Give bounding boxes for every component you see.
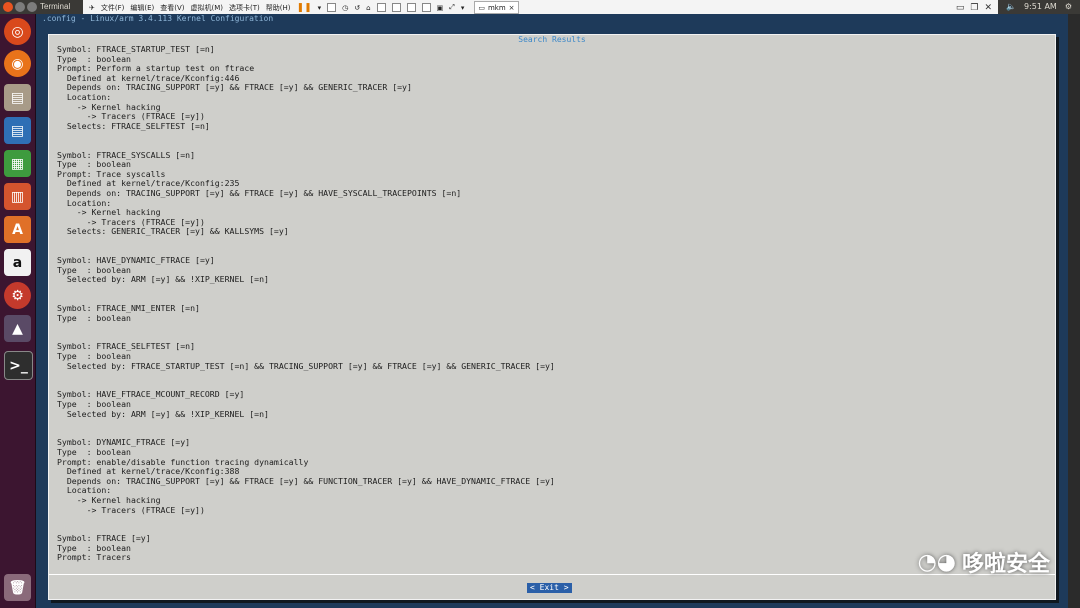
console-icon[interactable]: ▣ [437, 4, 444, 12]
result-line [57, 285, 1047, 295]
terminal-icon[interactable]: >_ [4, 351, 33, 380]
snapshot-manager-icon[interactable]: ⌂ [366, 4, 370, 12]
result-line: Depends on: TRACING_SUPPORT [=y] && FTRA… [57, 475, 555, 486]
maximize-window-icon[interactable] [27, 2, 37, 12]
result-line: Prompt: Tracers [57, 552, 131, 563]
minimize-icon[interactable]: ▭ [956, 3, 965, 13]
volume-icon[interactable]: 🔈 [1006, 2, 1016, 11]
result-line: Location: [57, 197, 112, 208]
gear-icon[interactable]: ⚙ [1065, 2, 1072, 11]
result-line: -> Tracers (FTRACE [=y]) [57, 504, 205, 515]
result-line [57, 294, 1047, 304]
wechat-icon: ◔◕ [917, 549, 956, 575]
result-line [57, 237, 1047, 247]
divider [49, 574, 1055, 575]
window-title: Terminal [40, 2, 71, 11]
terminal-header: .config - Linux/arm 3.4.113 Kernel Confi… [42, 14, 274, 23]
result-line: -> Kernel hacking [57, 494, 161, 505]
fullscreen-icon[interactable] [406, 3, 416, 12]
watermark: ◔◕ 哆啦安全 [918, 546, 1050, 578]
pin-icon[interactable]: ✈ [89, 4, 95, 12]
unity-icon[interactable] [421, 3, 431, 12]
app-icon[interactable]: ▲ [4, 315, 31, 342]
single-window-icon[interactable] [391, 3, 401, 12]
stretch-icon[interactable]: ⤢ [449, 3, 455, 12]
result-line [57, 429, 1047, 439]
impress-icon[interactable]: ▥ [4, 183, 31, 210]
dropdown-icon[interactable]: ▾ [318, 4, 322, 12]
launcher: ◎ ◉ ▤ ▤ ▦ ▥ A a ⚙ ▲ >_ 🗑 [0, 14, 36, 608]
result-line [57, 323, 1047, 333]
result-line: Symbol: FTRACE_SELFTEST [=n] [57, 341, 196, 352]
close-icon[interactable]: ✕ [984, 3, 992, 13]
result-line: Selected by: FTRACE_STARTUP_TEST [=n] &&… [57, 360, 555, 371]
result-line: Symbol: HAVE_FTRACE_MCOUNT_RECORD [=y] [57, 389, 245, 400]
settings-icon[interactable]: ⚙ [4, 282, 31, 309]
dialog-title: Search Results [518, 35, 586, 44]
result-line: Symbol: FTRACE_NMI_ENTER [=n] [57, 303, 200, 314]
result-line: Type : boolean [57, 312, 131, 323]
result-line: Selects: FTRACE_SELFTEST [=n] [57, 120, 210, 131]
ubuntu-dash-icon[interactable]: ◎ [4, 18, 31, 45]
search-results-dialog: Search Results Symbol: FTRACE_STARTUP_TE… [48, 34, 1056, 600]
vm-tab-label: mkm [487, 3, 506, 12]
amazon-icon[interactable]: a [4, 249, 31, 276]
menu-vm[interactable]: 虚拟机(M) [191, 3, 224, 13]
dropdown-icon[interactable]: ▾ [461, 4, 465, 12]
result-line [57, 419, 1047, 429]
result-line: Symbol: HAVE_DYNAMIC_FTRACE [=y] [57, 255, 215, 266]
result-line: Type : boolean [57, 542, 131, 553]
clock[interactable]: 9:51 AM [1024, 2, 1057, 11]
writer-icon[interactable]: ▤ [4, 117, 31, 144]
menu-file[interactable]: 文件(F) [101, 3, 125, 13]
revert-snapshot-icon[interactable]: ↺ [354, 4, 360, 12]
sidebar-icon[interactable] [376, 3, 386, 12]
watermark-text: 哆啦安全 [961, 552, 1050, 577]
result-line [57, 141, 1047, 151]
result-line: Selected by: ARM [=y] && !XIP_KERNEL [=n… [57, 408, 269, 419]
result-line: Location: [57, 485, 112, 496]
result-line: Selected by: ARM [=y] && !XIP_KERNEL [=n… [57, 274, 269, 285]
close-window-icon[interactable] [3, 2, 13, 12]
pause-icon[interactable]: ❚❚ [297, 3, 312, 13]
result-line: Symbol: FTRACE_STARTUP_TEST [=n] [57, 45, 215, 54]
result-line: -> Kernel hacking [57, 207, 161, 218]
result-line: Symbol: FTRACE [=y] [57, 533, 151, 544]
calc-icon[interactable]: ▦ [4, 150, 31, 177]
result-line [57, 131, 1047, 141]
exit-button[interactable]: < Exit > [527, 583, 572, 593]
minimize-window-icon[interactable] [15, 2, 25, 12]
terminal-window[interactable]: .config - Linux/arm 3.4.113 Kernel Confi… [36, 14, 1068, 608]
result-line: Selects: GENERIC_TRACER [=y] && KALLSYMS… [57, 226, 289, 237]
restore-icon[interactable]: ❐ [970, 3, 978, 13]
menu-tabs[interactable]: 选项卡(T) [229, 3, 260, 13]
firefox-icon[interactable]: ◉ [4, 50, 31, 77]
close-tab-icon[interactable]: × [509, 4, 515, 12]
send-keys-icon[interactable] [327, 3, 337, 12]
snapshot-icon[interactable]: ◷ [342, 4, 348, 12]
result-line: Location: [57, 91, 112, 102]
vm-tab-icon: ▭ [478, 3, 485, 12]
menu-help[interactable]: 帮助(H) [266, 3, 291, 13]
result-line: Symbol: FTRACE_SYSCALLS [=n] [57, 149, 196, 160]
result-line [57, 333, 1047, 343]
result-line: Depends on: TRACING_SUPPORT [=y] && FTRA… [57, 82, 412, 93]
result-line: Symbol: DYNAMIC_FTRACE [=y] [57, 437, 191, 448]
files-icon[interactable]: ▤ [4, 84, 31, 111]
result-line [57, 371, 1047, 381]
result-line [57, 515, 1047, 525]
result-line: Type : boolean [57, 159, 131, 170]
result-line: Depends on: TRACING_SUPPORT [=y] && FTRA… [57, 187, 462, 198]
trash-icon[interactable]: 🗑 [4, 574, 31, 601]
result-line [57, 525, 1047, 535]
search-results-text: Symbol: FTRACE_STARTUP_TEST [=n] Type : b… [57, 45, 1047, 565]
menu-view[interactable]: 查看(V) [160, 3, 184, 13]
result-line: -> Kernel hacking [57, 101, 161, 112]
menu-edit[interactable]: 编辑(E) [130, 3, 154, 13]
vm-tab[interactable]: ▭ mkm × [474, 1, 519, 14]
software-center-icon[interactable]: A [4, 216, 31, 243]
